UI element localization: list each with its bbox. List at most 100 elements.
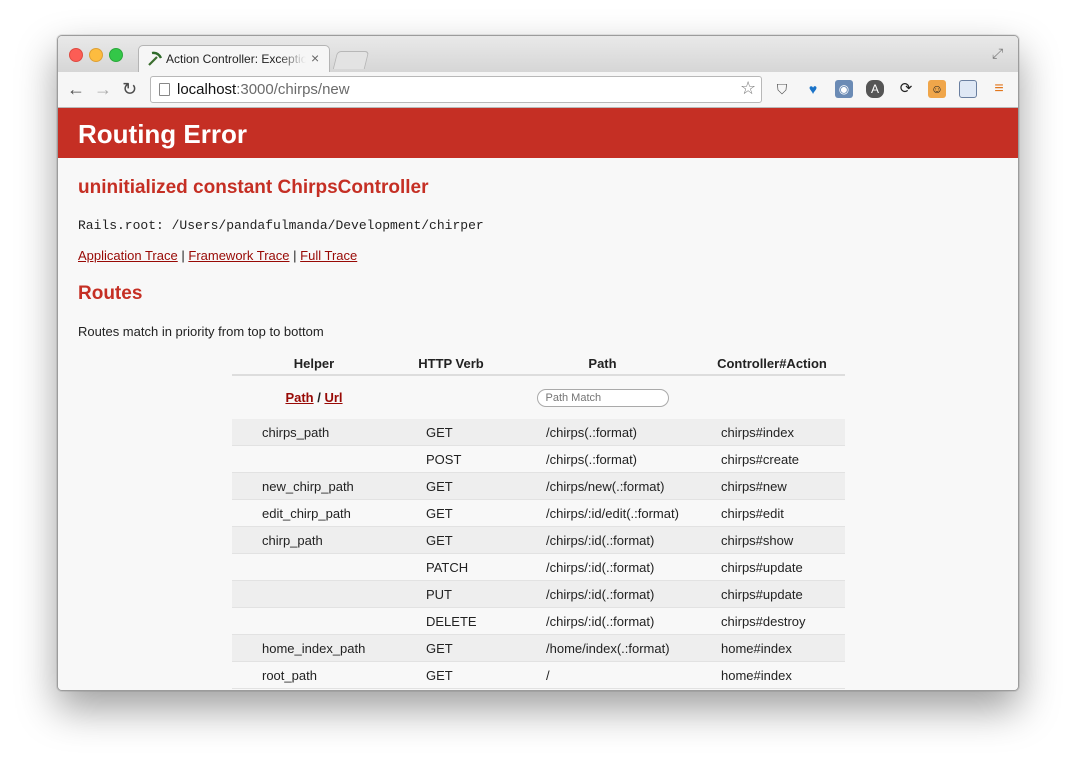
table-row: PATCH/chirps/:id(.:format) chirps#update (232, 553, 845, 581)
filter-row: Path / Url (232, 375, 845, 419)
path-cell: /chirps/:id(.:format) (506, 607, 699, 635)
url-text: localhost:3000/chirps/new (177, 81, 350, 98)
verb-cell: POST (396, 445, 506, 473)
helper-cell: home_index_path (232, 634, 396, 662)
back-icon[interactable]: ← (67, 79, 85, 100)
forward-icon[interactable]: → (94, 79, 112, 100)
action-cell: chirps#edit (699, 499, 845, 527)
verb-cell: GET (396, 526, 506, 554)
path-cell: /chirps/:id(.:format) (506, 553, 699, 581)
fullscreen-icon[interactable]: ⤢ (992, 45, 1003, 62)
trace-separator: | (181, 248, 185, 263)
verb-cell: DELETE (396, 607, 506, 635)
verb-cell: GET (396, 634, 506, 662)
face-extension-icon[interactable]: ☺ (928, 80, 946, 98)
helper-cell (232, 445, 396, 473)
header-action: Controller#Action (699, 352, 845, 376)
helper-cell: new_chirp_path (232, 472, 396, 500)
helper-cell: edit_chirp_path (232, 499, 396, 527)
action-cell: chirps#show (699, 526, 845, 554)
tab-active[interactable]: Action Controller: Exception caught × (138, 45, 330, 73)
table-row: DELETE/chirps/:id(.:format) chirps#destro… (232, 607, 845, 635)
table-row: chirps_path GET/chirps(.:format) chirps#in… (232, 419, 845, 446)
new-tab-button[interactable] (332, 51, 370, 69)
verb-cell: PUT (396, 580, 506, 608)
star-icon[interactable]: ☆ (740, 78, 756, 99)
action-cell: chirps#update (699, 580, 845, 608)
verb-cell: GET (396, 472, 506, 500)
angular-extension-icon[interactable]: A (866, 80, 884, 98)
browser-window: Action Controller: Exception caught × ⤢ … (57, 35, 1019, 691)
full-trace-link[interactable]: Full Trace (300, 248, 357, 263)
header-path: Path (506, 352, 699, 376)
table-row: edit_chirp_path GET/chirps/:id/edit(.:for… (232, 499, 845, 527)
tab-strip: Action Controller: Exception caught × ⤢ (58, 36, 1018, 73)
minimize-window-button[interactable] (89, 48, 103, 62)
route-rows: chirps_path GET/chirps(.:format) chirps#in… (232, 419, 845, 689)
close-window-button[interactable] (69, 48, 83, 62)
verb-cell: PATCH (396, 553, 506, 581)
header-helper: Helper (232, 352, 396, 376)
action-cell: chirps#index (699, 419, 845, 446)
path-cell: /chirps/:id(.:format) (506, 526, 699, 554)
helper-cell (232, 553, 396, 581)
page-title: Routing Error (78, 119, 247, 149)
heart-extension-icon[interactable]: ♥ (804, 80, 822, 98)
path-url-separator: / (317, 390, 321, 405)
path-cell: /chirps/new(.:format) (506, 472, 699, 500)
action-cell: home#index (699, 634, 845, 662)
page-icon (159, 83, 170, 96)
helper-cell: root_path (232, 661, 396, 689)
helper-cell: chirp_path (232, 526, 396, 554)
error-banner: Routing Error (58, 108, 1018, 158)
url-link[interactable]: Url (324, 390, 342, 405)
camera-extension-icon[interactable]: ◉ (835, 80, 853, 98)
helper-cell (232, 607, 396, 635)
trace-separator: | (293, 248, 297, 263)
reload-icon[interactable]: ↻ (122, 79, 137, 100)
path-cell: /home/index(.:format) (506, 634, 699, 662)
action-cell: chirps#new (699, 472, 845, 500)
framework-trace-link[interactable]: Framework Trace (188, 248, 289, 263)
table-row: PUT/chirps/:id(.:format) chirps#update (232, 580, 845, 608)
routes-table: Helper HTTP Verb Path Controller#Action … (232, 352, 845, 689)
table-row: new_chirp_path GET/chirps/new(.:format) ch… (232, 472, 845, 500)
table-row: home_index_path GET/home/index(.:format) h… (232, 634, 845, 662)
action-cell: chirps#update (699, 553, 845, 581)
tab-title: Action Controller: Exception caught (166, 52, 306, 66)
routes-description: Routes match in priority from top to bot… (78, 324, 324, 339)
action-cell: chirps#create (699, 445, 845, 473)
action-cell: home#index (699, 661, 845, 689)
browser-toolbar: ← → ↻ localhost:3000/chirps/new ☆ ⛉ ♥ ◉ … (58, 72, 1018, 108)
verb-cell: GET (396, 499, 506, 527)
path-cell: /chirps(.:format) (506, 419, 699, 446)
rails-root: Rails.root: /Users/pandafulmanda/Develop… (78, 218, 484, 233)
error-message: uninitialized constant ChirpsController (78, 177, 429, 198)
window-extension-icon[interactable] (959, 80, 977, 98)
sync-extension-icon[interactable]: ⟳ (897, 80, 915, 98)
path-cell: /chirps(.:format) (506, 445, 699, 473)
table-row: root_path GET / home#index (232, 661, 845, 689)
path-cell: /chirps/:id(.:format) (506, 580, 699, 608)
path-cell: /chirps/:id/edit(.:format) (506, 499, 699, 527)
action-cell: chirps#destroy (699, 607, 845, 635)
rails-pickaxe-icon (148, 51, 163, 66)
application-trace-link[interactable]: Application Trace (78, 248, 178, 263)
page-content: Routing Error uninitialized constant Chi… (58, 108, 1018, 690)
routes-heading: Routes (78, 283, 143, 304)
path-match-input[interactable] (536, 388, 669, 407)
verb-cell: GET (396, 419, 506, 446)
path-url-toggle: Path / Url (232, 375, 396, 419)
path-link[interactable]: Path (285, 390, 313, 405)
address-bar[interactable]: localhost:3000/chirps/new ☆ (150, 76, 762, 103)
table-row: chirp_path GET/chirps/:id(.:format) chirps… (232, 526, 845, 554)
zoom-window-button[interactable] (109, 48, 123, 62)
helper-cell (232, 580, 396, 608)
pocket-icon[interactable]: ⛉ (773, 80, 791, 98)
table-row: POST/chirps(.:format) chirps#create (232, 445, 845, 473)
helper-cell: chirps_path (232, 419, 396, 446)
trace-links: Application Trace | Framework Trace | Fu… (78, 248, 357, 263)
close-tab-icon[interactable]: × (311, 50, 319, 66)
menu-icon[interactable]: ≡ (990, 80, 1008, 98)
verb-cell: GET (396, 661, 506, 689)
